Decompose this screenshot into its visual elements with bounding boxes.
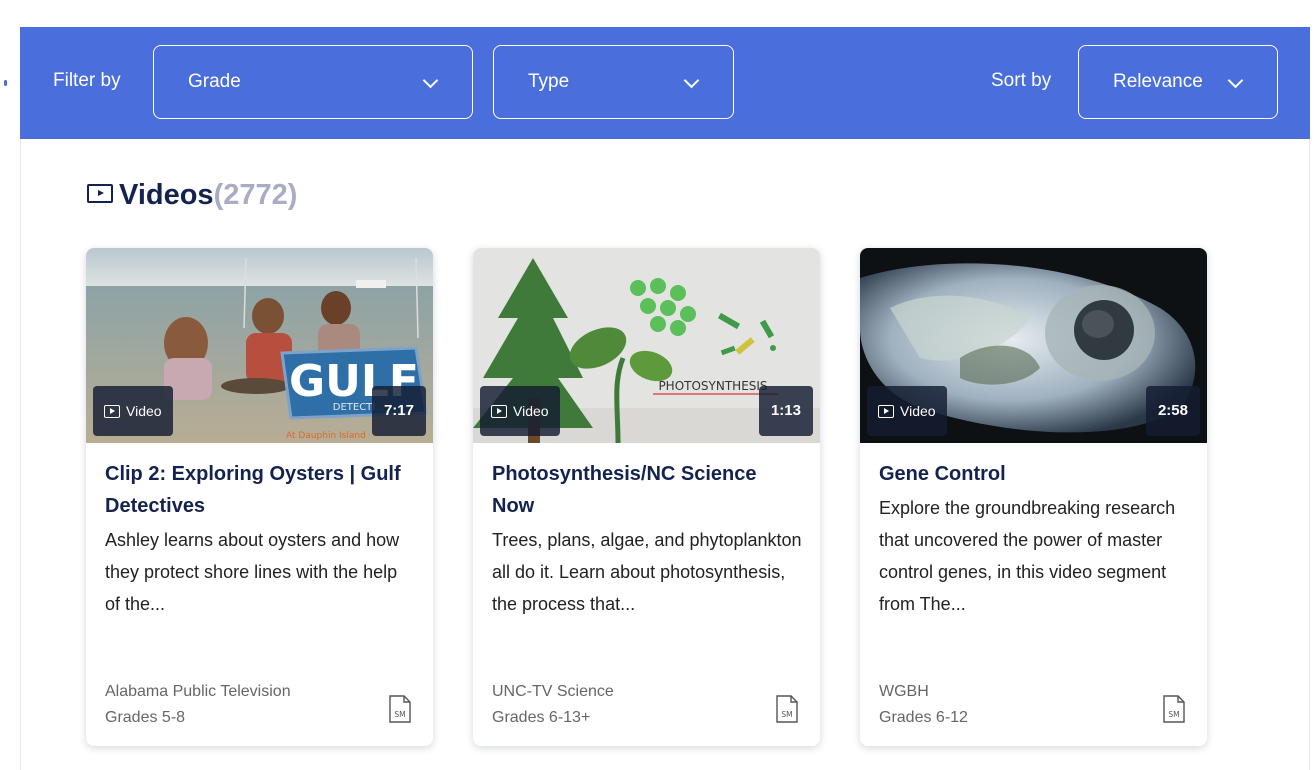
thumb-caption: At Dauphin Island [286,431,366,441]
chevron-down-icon [422,72,439,89]
media-type-badge: Video [480,386,560,436]
svg-text:SM: SM [1168,710,1179,719]
card-source: WGBH [879,683,929,700]
play-icon [878,404,894,418]
video-card[interactable]: Video 2:58 Gene Control Explore the grou… [860,248,1207,746]
chevron-down-icon [1227,72,1244,89]
chevron-down-icon [683,72,700,89]
grade-select[interactable]: Grade [153,45,473,119]
sort-by-label: Sort by [991,70,1052,91]
section-title: Videos [119,178,214,211]
card-title[interactable]: Gene Control [879,458,1189,490]
type-select-label: Type [528,71,570,92]
grade-select-label: Grade [188,71,241,92]
video-card[interactable]: PHOTOSYNTHESIS Video 1:13 Photosynthesis… [473,248,820,746]
document-sm-icon: SM [776,695,798,723]
duration-badge: 7:17 [371,386,426,436]
video-card[interactable]: GULF DETECTI At Dauphin Island Video 7:1… [86,248,433,746]
video-thumbnail[interactable]: Video 2:58 [860,248,1207,443]
thumb-caption: PHOTOSYNTHESIS [658,379,767,393]
page-edge-marker [4,80,7,86]
video-thumbnail[interactable]: GULF DETECTI At Dauphin Island Video 7:1… [86,248,433,443]
document-sm-icon: SM [389,695,411,723]
type-select[interactable]: Type [493,45,734,119]
result-count: (2772) [213,178,298,211]
video-icon [87,183,113,203]
card-title[interactable]: Photosynthesis/NC Science Now [492,458,802,522]
video-thumbnail[interactable]: PHOTOSYNTHESIS Video 1:13 [473,248,820,443]
sort-select[interactable]: Relevance [1078,45,1278,119]
card-grades: Grades 6-13+ [492,709,591,726]
card-description: Explore the groundbreaking research that… [879,498,1176,614]
badge-label: Video [900,403,936,419]
media-type-badge: Video [867,386,947,436]
badge-label: Video [126,403,162,419]
card-grades: Grades 5-8 [105,709,186,726]
section-heading: Videos (2772) [87,170,297,220]
duration-badge: 2:58 [1145,386,1200,436]
badge-label: Video [513,403,549,419]
filter-bar: Filter by Grade Type Sort by Relevance [20,27,1310,139]
card-description: Ashley learns about oysters and how they… [105,530,400,614]
card-title[interactable]: Clip 2: Exploring Oysters | Gulf Detecti… [105,458,415,522]
document-sm-icon: SM [1163,695,1185,723]
sort-select-label: Relevance [1113,71,1203,92]
svg-text:SM: SM [781,710,792,719]
media-type-badge: Video [93,386,173,436]
card-grades: Grades 6-12 [879,709,968,726]
card-source: UNC-TV Science [492,683,614,700]
duration-badge: 1:13 [758,386,813,436]
card-source: Alabama Public Television [105,683,291,700]
card-description: Trees, plans, algae, and phytoplankton a… [492,530,802,614]
filter-by-label: Filter by [53,70,121,91]
svg-text:SM: SM [394,710,405,719]
play-icon [491,404,507,418]
thumb-logo-subtext: DETECTI [333,402,376,413]
play-icon [104,404,120,418]
